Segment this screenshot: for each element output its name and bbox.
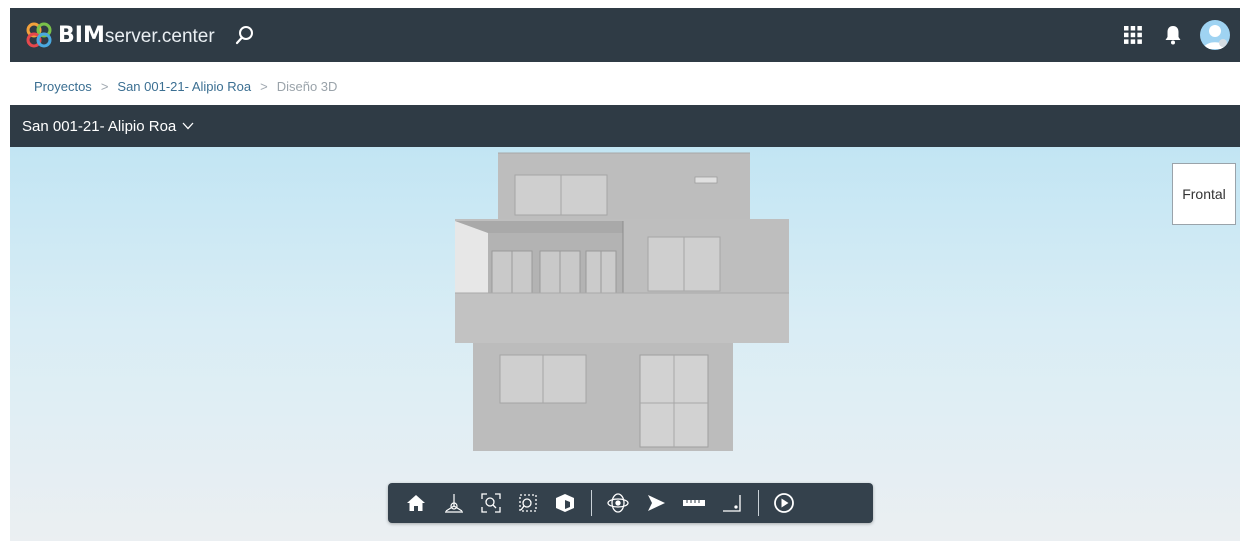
chevron-down-icon: [182, 122, 194, 130]
breadcrumb-projects[interactable]: Proyectos: [34, 79, 92, 94]
3d-viewer[interactable]: Frontal: [10, 147, 1240, 541]
header-actions: [1124, 8, 1230, 62]
bell-icon[interactable]: [1164, 25, 1182, 45]
toolbar-divider: [758, 490, 759, 516]
user-avatar-icon[interactable]: [1200, 20, 1230, 50]
apps-grid-icon[interactable]: [1124, 26, 1142, 44]
project-selector[interactable]: San 001-21- Alipio Roa: [22, 118, 194, 135]
breadcrumb-separator: >: [260, 78, 268, 94]
project-bar: San 001-21- Alipio Roa: [10, 105, 1240, 147]
zoom-window-icon[interactable]: [516, 491, 540, 515]
logo-icon: [26, 22, 52, 48]
angle-measure-icon[interactable]: [720, 491, 744, 515]
breadcrumb-project[interactable]: San 001-21- Alipio Roa: [117, 79, 251, 94]
home-icon[interactable]: [404, 491, 428, 515]
brand-bold-text: BIM: [58, 22, 105, 48]
brand-logo[interactable]: BIM server.center: [26, 22, 215, 48]
view-cube-label: Frontal: [1182, 186, 1226, 202]
view-cube[interactable]: Frontal: [1172, 163, 1236, 225]
measure-icon[interactable]: [682, 491, 706, 515]
top-header: BIM server.center: [10, 8, 1240, 62]
viewer-toolbar: [388, 483, 873, 523]
section-box-icon[interactable]: [553, 491, 577, 515]
orbit-icon[interactable]: [606, 491, 630, 515]
toolbar-divider: [591, 490, 592, 516]
brand-name: BIM server.center: [58, 23, 215, 48]
breadcrumb: Proyectos > San 001-21- Alipio Roa > Dis…: [34, 76, 337, 96]
project-selector-label: San 001-21- Alipio Roa: [22, 117, 177, 135]
play-icon[interactable]: [772, 491, 796, 515]
breadcrumb-current: Diseño 3D: [276, 78, 338, 94]
breadcrumb-separator: >: [100, 78, 109, 94]
search-icon[interactable]: [233, 23, 257, 47]
select-icon[interactable]: [644, 491, 668, 515]
building-model: [455, 152, 789, 451]
axes-icon[interactable]: [442, 491, 466, 515]
zoom-extents-icon[interactable]: [479, 491, 503, 515]
brand-light-text: server.center: [104, 25, 215, 47]
